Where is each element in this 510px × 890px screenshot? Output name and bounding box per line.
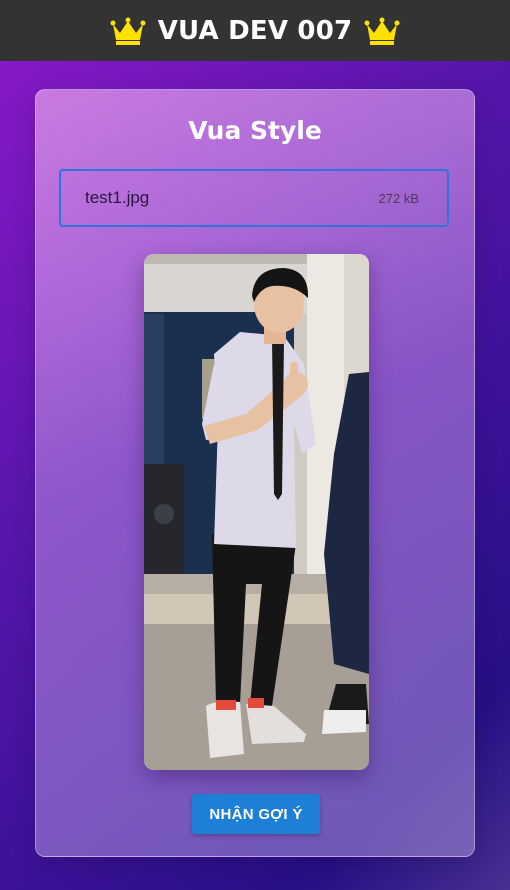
photo-image [144,254,369,770]
file-size: 272 kB [378,190,419,206]
crown-icon [364,17,400,45]
app-title: VUA DEV 007 [157,15,353,46]
get-suggestion-button[interactable]: NHẬN GỢI Ý [192,794,320,834]
crown-icon [110,17,146,45]
app-header: VUA DEV 007 [0,0,510,61]
card-title: Vua Style [188,116,322,145]
file-upload-field[interactable]: test1.jpg 272 kB [59,169,449,227]
style-card: Vua Style test1.jpg 272 kB NHẬN GỢI Ý [35,89,475,857]
photo-preview [144,254,369,770]
file-name: test1.jpg [85,188,150,207]
